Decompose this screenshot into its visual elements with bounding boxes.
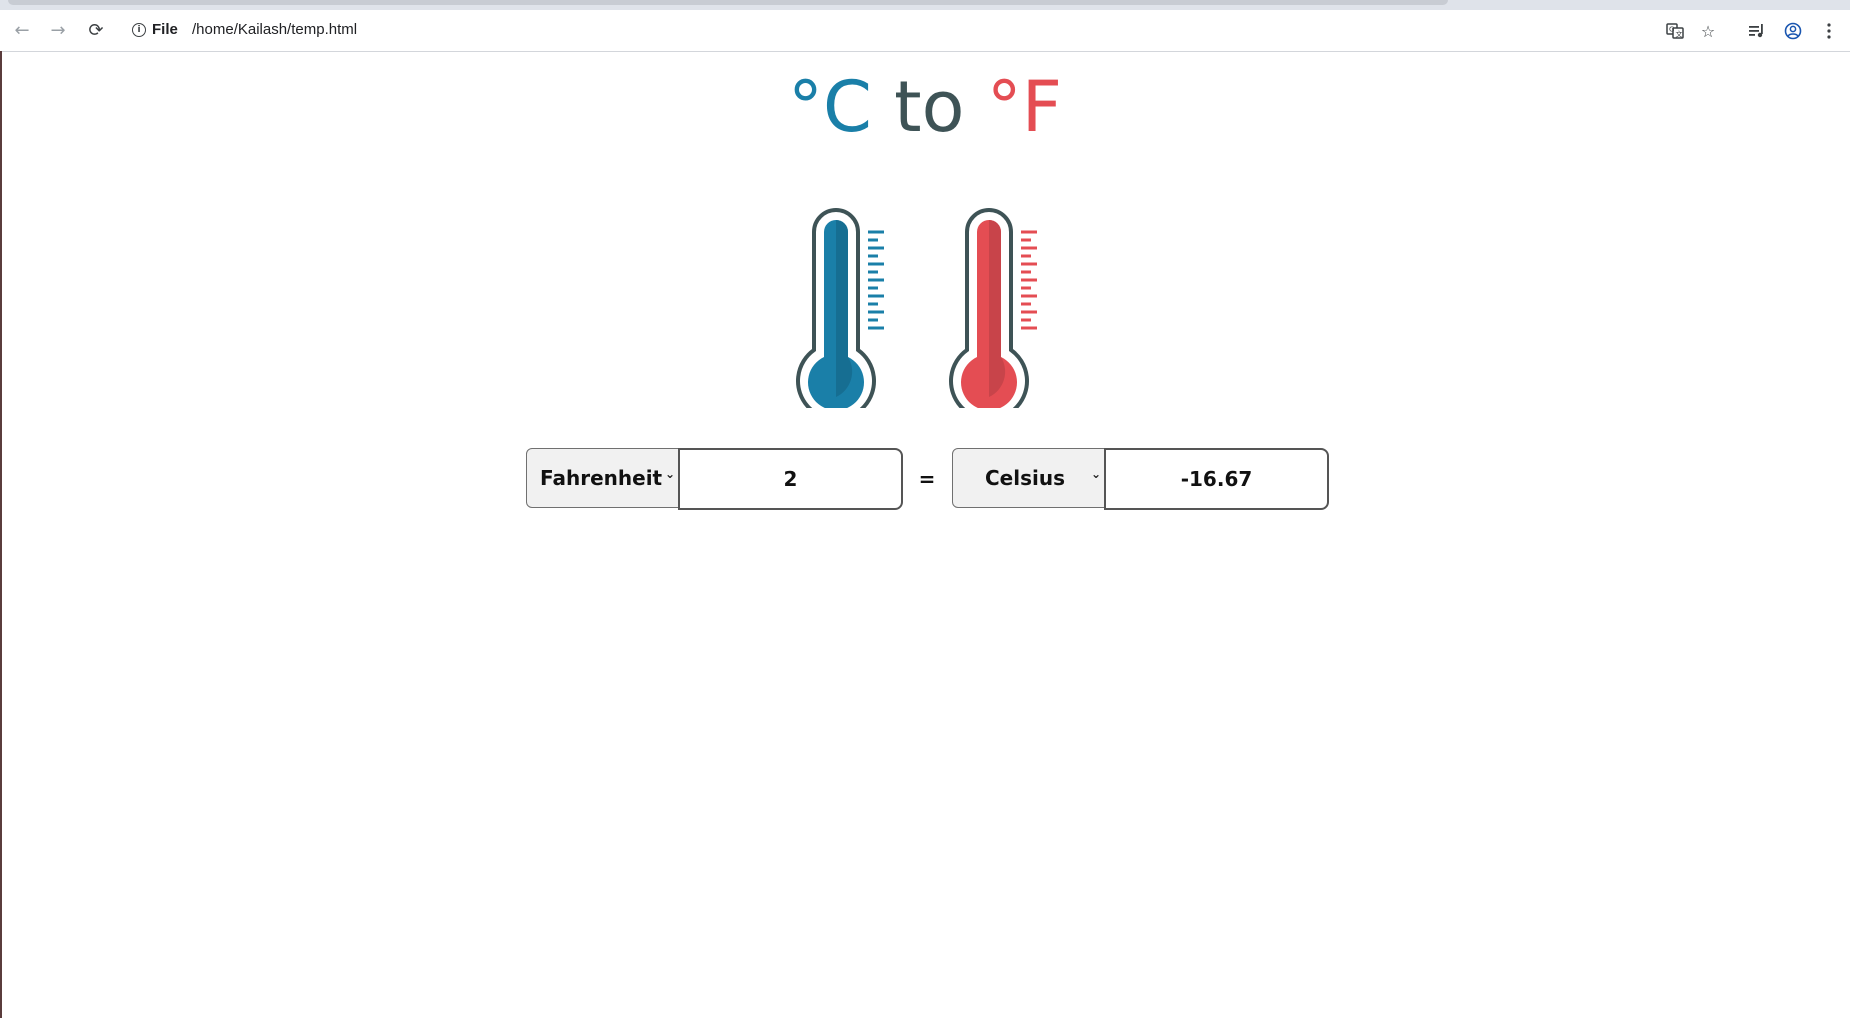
chevron-down-icon: ⌄ xyxy=(664,467,675,481)
reload-icon[interactable]: ⟳ xyxy=(80,14,112,46)
browser-toolbar: ← → ⟳ i File /home/Kailash/temp.html 文G … xyxy=(0,10,1850,52)
window-edge xyxy=(0,51,2,1018)
hot-thermometer-icon xyxy=(943,202,1043,421)
to-unit-select[interactable]: Celsius ⌄ xyxy=(952,448,1106,508)
media-controls-icon[interactable] xyxy=(1744,18,1770,44)
tab-strip xyxy=(0,0,1850,10)
title-fahrenheit: °F xyxy=(986,66,1062,148)
from-value-input[interactable]: 2 xyxy=(678,448,903,510)
title-celsius: °C xyxy=(788,66,872,148)
address-bar[interactable]: i File /home/Kailash/temp.html xyxy=(122,13,1732,47)
svg-text:文: 文 xyxy=(1676,30,1683,39)
to-unit-label: Celsius xyxy=(985,466,1065,490)
from-unit-label: Fahrenheit xyxy=(540,466,663,490)
back-arrow-icon[interactable]: ← xyxy=(6,14,38,46)
forward-arrow-icon[interactable]: → xyxy=(42,14,74,46)
kebab-menu-icon[interactable] xyxy=(1816,18,1842,44)
svg-text:G: G xyxy=(1669,26,1674,34)
title-to: to xyxy=(894,66,965,148)
page-title: °C to °F xyxy=(0,64,1850,150)
profile-icon[interactable] xyxy=(1780,18,1806,44)
from-unit-select[interactable]: Fahrenheit ⌄ xyxy=(526,448,680,508)
active-tab[interactable] xyxy=(8,0,1448,5)
info-icon[interactable]: i xyxy=(132,23,146,37)
url-scheme: File xyxy=(152,21,178,38)
chevron-down-icon: ⌄ xyxy=(1090,467,1101,481)
translate-icon[interactable]: 文G xyxy=(1662,18,1688,44)
url-text[interactable]: /home/Kailash/temp.html xyxy=(192,21,357,38)
to-value-input[interactable]: -16.67 xyxy=(1104,448,1329,510)
cold-thermometer-icon xyxy=(790,202,890,421)
equals-sign: = xyxy=(918,467,936,491)
star-icon[interactable]: ☆ xyxy=(1695,18,1721,44)
